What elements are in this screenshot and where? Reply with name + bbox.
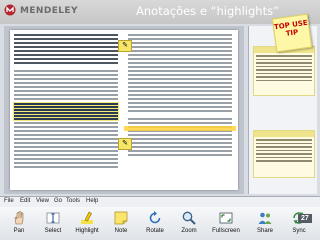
text-column-left xyxy=(14,34,118,170)
toolbar: Pan Select Highlight Note Rotate Zoom Fu… xyxy=(0,207,320,240)
highlighter-icon xyxy=(81,211,93,224)
highlight-bar[interactable] xyxy=(124,126,236,131)
fullscreen-icon xyxy=(219,212,233,224)
menu-edit[interactable]: Edit xyxy=(20,198,30,204)
menu-tools[interactable]: Tools xyxy=(66,198,80,204)
sticky-note[interactable] xyxy=(253,46,315,96)
document-area[interactable]: ✎ ✎ xyxy=(4,26,244,194)
highlight-button[interactable]: Highlight xyxy=(70,209,104,239)
people-icon xyxy=(258,212,272,224)
magnifier-icon xyxy=(182,211,196,225)
menu-go[interactable]: Go xyxy=(54,198,62,204)
pan-button[interactable]: Pan xyxy=(2,209,36,239)
select-button[interactable]: Select xyxy=(36,209,70,239)
mendeley-logo-icon xyxy=(4,4,16,16)
pdf-page[interactable]: ✎ ✎ xyxy=(10,30,238,190)
hand-icon xyxy=(14,211,24,225)
brand-name: MENDELEY xyxy=(20,6,78,16)
rotate-icon xyxy=(149,211,161,224)
top-tip-sticker: TOP USE TIP xyxy=(271,13,313,53)
highlight-block[interactable] xyxy=(14,102,118,120)
zoom-button[interactable]: Zoom xyxy=(172,209,206,239)
text-column-right xyxy=(128,34,232,158)
share-button[interactable]: Share xyxy=(248,209,282,239)
note-pin-icon[interactable]: ✎ xyxy=(118,138,132,150)
sticky-note-icon xyxy=(114,211,128,225)
menu-view[interactable]: View xyxy=(36,198,49,204)
fullscreen-button[interactable]: Fullscreen xyxy=(206,209,246,239)
rotate-button[interactable]: Rotate xyxy=(138,209,172,239)
menu-help[interactable]: Help xyxy=(86,198,98,204)
text-cursor-icon xyxy=(46,212,60,224)
note-pin-icon[interactable]: ✎ xyxy=(118,40,132,52)
sticky-note[interactable] xyxy=(253,130,315,178)
slide-title: Anotações e “highlights” xyxy=(136,4,280,18)
menu-file[interactable]: File xyxy=(4,198,14,204)
slide-page-number: 27 xyxy=(298,214,312,223)
pdf-viewer-window: ✎ ✎ File Edit View Go Tools Help Pan Sel… xyxy=(0,24,320,240)
note-button[interactable]: Note xyxy=(104,209,138,239)
